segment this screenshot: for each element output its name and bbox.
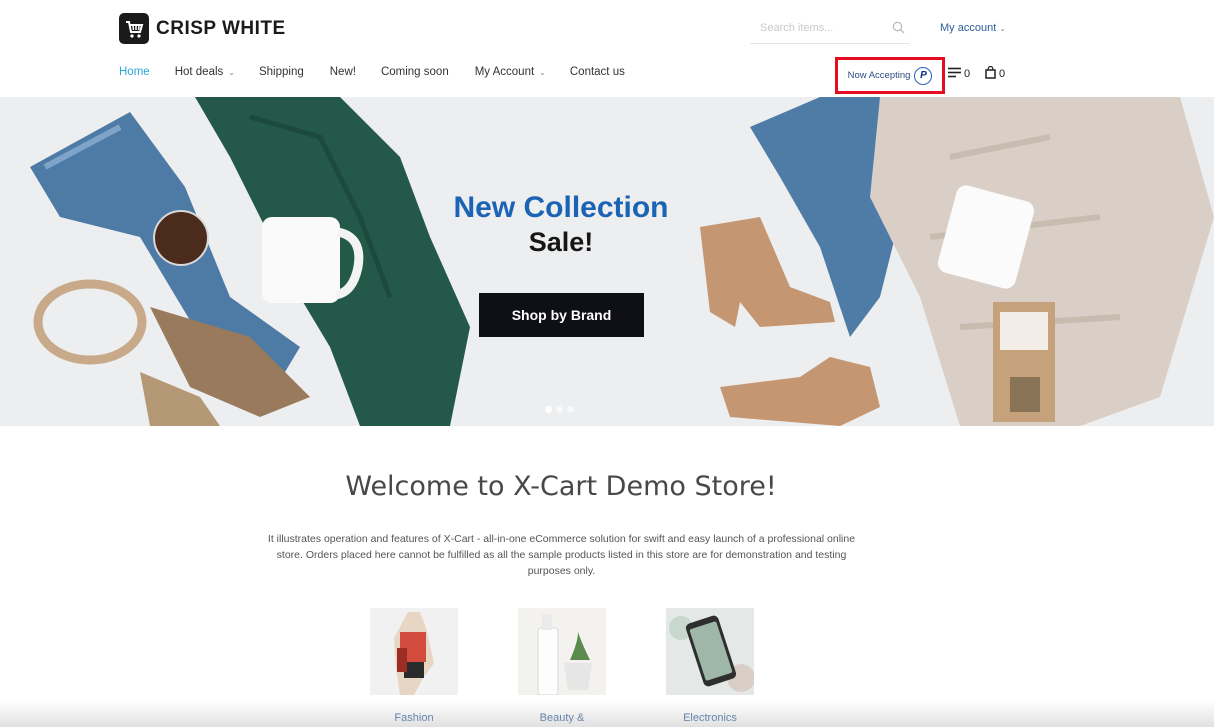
nav-item-my-account[interactable]: My Account ⌄	[475, 66, 546, 78]
chevron-down-icon: ⌄	[999, 23, 1006, 33]
nav-item-label: New!	[329, 66, 356, 78]
nav-item-label: Coming soon	[380, 66, 449, 78]
nav-item-label: Shipping	[258, 66, 304, 78]
nav-item-label: My Account	[474, 66, 535, 78]
search-icon[interactable]	[892, 21, 905, 39]
category-image[interactable]	[370, 608, 458, 695]
cart-count: 0	[999, 68, 1006, 80]
paypal-now-accepting[interactable]: Now Accepting P	[835, 57, 945, 94]
search-box	[750, 14, 910, 44]
chevron-down-icon: ⌄	[228, 67, 235, 77]
carousel-dot[interactable]	[556, 406, 563, 413]
category-image[interactable]	[518, 608, 606, 695]
nav-item-contact-us[interactable]: Contact us	[570, 66, 625, 78]
category-label[interactable]: Electronics	[640, 712, 780, 724]
banner-title: New Collection	[453, 191, 669, 224]
category-electronics[interactable]: Electronics	[666, 608, 754, 724]
cart-button[interactable]: 0	[985, 65, 1006, 82]
shopping-bag-icon	[985, 65, 996, 82]
category-image[interactable]	[666, 608, 754, 695]
paypal-icon: P	[914, 66, 933, 85]
nav-item-home[interactable]: Home	[119, 66, 150, 78]
search-input[interactable]	[750, 14, 880, 42]
nav-item-new[interactable]: New!	[330, 66, 356, 78]
nav-item-coming-soon[interactable]: Coming soon	[381, 66, 449, 78]
paypal-label: Now Accepting	[847, 70, 911, 81]
category-beauty[interactable]: Beauty &	[518, 608, 606, 724]
carousel-dot[interactable]	[545, 406, 552, 413]
category-label[interactable]: Beauty &	[492, 712, 632, 724]
shop-by-brand-button[interactable]: Shop by Brand	[479, 293, 644, 337]
hero-banner: New Collection Sale! Shop by Brand	[0, 97, 1214, 426]
welcome-title: Welcome to X-Cart Demo Store!	[345, 471, 777, 502]
nav-item-label: Home	[119, 66, 150, 78]
chevron-down-icon: ⌄	[539, 67, 546, 77]
my-account-label: My account	[940, 22, 997, 34]
nav-item-label: Hot deals	[174, 66, 224, 78]
nav-item-hot-deals[interactable]: Hot deals ⌄	[175, 66, 235, 78]
store-logo[interactable]: CRISP WHITE	[119, 13, 286, 44]
welcome-text: It illustrates operation and features of…	[267, 533, 856, 577]
nav-item-label: Contact us	[569, 66, 625, 78]
banner-subtitle: Sale!	[528, 227, 594, 257]
banner-photo	[0, 97, 1214, 426]
main-nav: Home Hot deals ⌄ Shipping New! Coming so…	[119, 66, 625, 78]
category-fashion[interactable]: Fashion	[370, 608, 458, 724]
carousel-dot[interactable]	[567, 406, 574, 413]
nav-item-shipping[interactable]: Shipping	[259, 66, 304, 78]
compare-button[interactable]: 0	[948, 67, 970, 81]
compare-icon	[948, 67, 961, 81]
category-label[interactable]: Fashion	[344, 712, 484, 724]
cart-logo-icon	[119, 13, 149, 44]
store-name: CRISP WHITE	[156, 17, 286, 39]
compare-count: 0	[964, 68, 971, 80]
carousel-dots	[545, 406, 574, 413]
my-account-menu[interactable]: My account ⌄	[940, 22, 1006, 34]
